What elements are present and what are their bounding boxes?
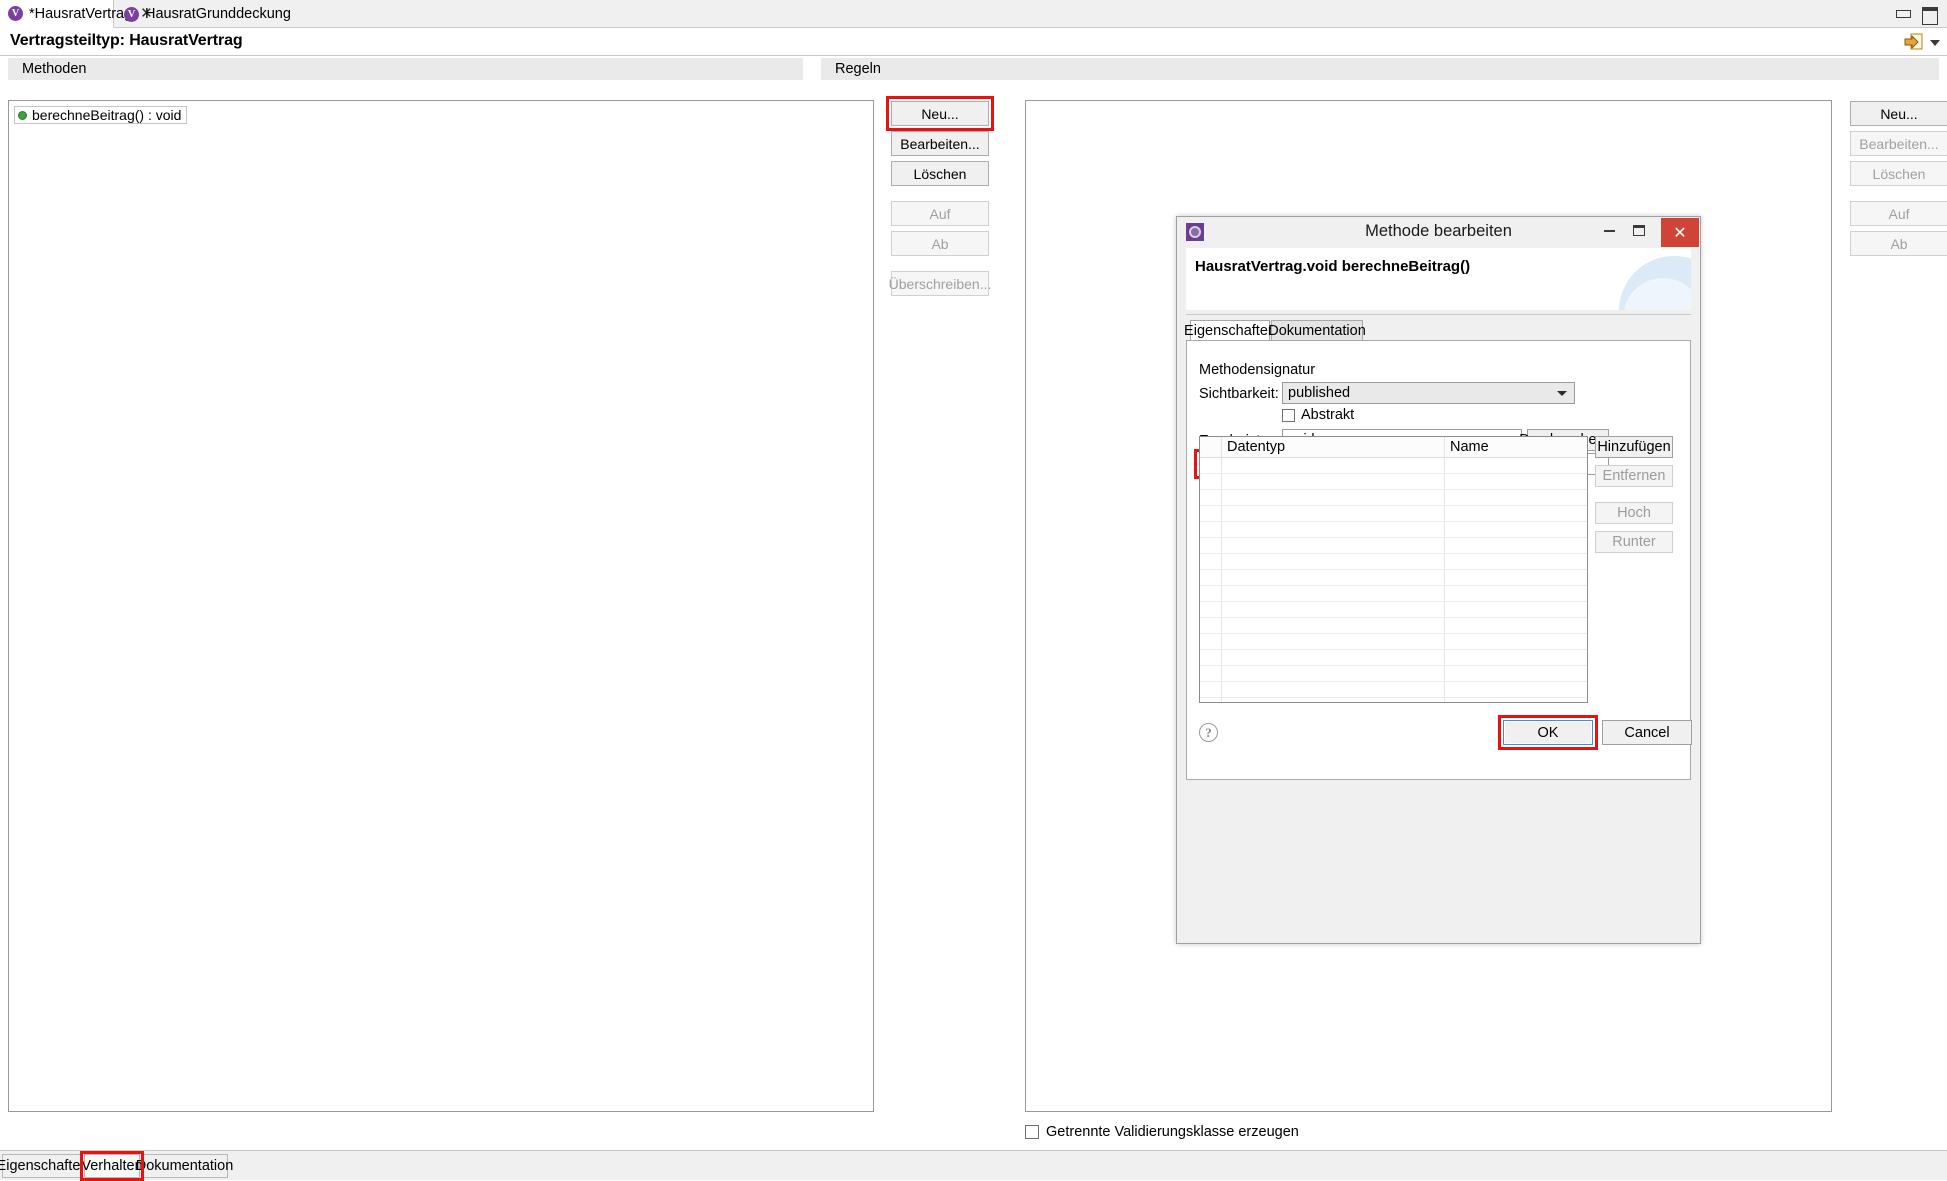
abstrakt-checkbox-row[interactable]: Abstrakt: [1282, 407, 1354, 423]
table-row[interactable]: [1200, 458, 1587, 474]
vertragsteiltyp-icon: V: [8, 6, 23, 21]
table-row[interactable]: [1200, 474, 1587, 490]
ok-button[interactable]: OK: [1503, 720, 1593, 745]
abstrakt-label: Abstrakt: [1301, 407, 1355, 423]
dialog-title-bar: Methode bearbeiten ✕: [1177, 217, 1700, 248]
dialog-tab-eigenschaften[interactable]: Eigenschaften: [1184, 320, 1276, 341]
tab-eigenschaften[interactable]: Eigenschaften: [0, 1154, 88, 1178]
list-item[interactable]: berechneBeitrag() : void: [14, 106, 188, 124]
dialog-separator: [1186, 314, 1691, 315]
tab-dokumentation[interactable]: Dokumentation: [136, 1154, 233, 1178]
section-header-methoden: Methoden: [8, 58, 803, 80]
methods-list[interactable]: berechneBeitrag() : void: [8, 100, 874, 1112]
group-label-methodensignatur: Methodensignatur: [1199, 362, 1316, 378]
methoden-neu-button[interactable]: Neu...: [891, 101, 989, 126]
vertragsteiltyp-icon: V: [124, 6, 139, 22]
checkbox-icon[interactable]: [1282, 408, 1295, 422]
validierungsklasse-checkbox-label: Getrennte Validierungsklasse erzeugen: [1046, 1124, 1299, 1140]
regeln-auf-button: Auf: [1850, 201, 1947, 226]
methoden-auf-button: Auf: [891, 201, 989, 226]
parameter-table[interactable]: Datentyp Name: [1199, 436, 1588, 703]
dialog-close-button[interactable]: ✕: [1661, 218, 1699, 247]
bottom-tab-bar: Eigenschaften Verhalten Dokumentation: [0, 1150, 1947, 1181]
checkbox-icon[interactable]: [1025, 1125, 1039, 1139]
dialog-tab-dokumentation[interactable]: Dokumentation: [1268, 320, 1366, 341]
maximize-icon[interactable]: [1921, 7, 1938, 25]
parameter-entfernen-button: Entfernen: [1595, 465, 1673, 487]
regeln-loeschen-button: Löschen: [1850, 161, 1947, 186]
table-row[interactable]: [1200, 538, 1587, 554]
regeln-neu-button[interactable]: Neu...: [1850, 101, 1947, 126]
parameter-table-header: Datentyp Name: [1200, 437, 1587, 458]
table-row[interactable]: [1200, 618, 1587, 634]
table-row[interactable]: [1200, 682, 1587, 698]
published-method-icon: [18, 110, 27, 120]
editor-tab-label: HausratGrunddeckung: [145, 6, 291, 22]
methoden-bearbeiten-button[interactable]: Bearbeiten...: [891, 131, 989, 156]
column-header-datentyp: Datentyp: [1227, 439, 1286, 455]
chevron-down-icon: [1557, 391, 1567, 396]
table-row[interactable]: [1200, 650, 1587, 666]
section-header-regeln: Regeln: [821, 58, 1939, 80]
tab-verhalten[interactable]: Verhalten: [81, 1154, 143, 1178]
regeln-ab-button: Ab: [1850, 231, 1947, 256]
table-row[interactable]: [1200, 490, 1587, 506]
methoden-ueberschreiben-button: Überschreiben...: [889, 271, 991, 296]
table-row[interactable]: [1200, 602, 1587, 618]
column-header-name: Name: [1450, 439, 1489, 455]
dialog-title: Methode bearbeiten: [1365, 222, 1512, 240]
table-row[interactable]: [1200, 554, 1587, 570]
editor-tab-bar: V *HausratVertrag ✕ V HausratGrunddeckun…: [0, 0, 1947, 28]
minimize-icon[interactable]: [1895, 7, 1911, 21]
editor-tab-hausratgrunddeckung[interactable]: V HausratGrunddeckung: [116, 0, 291, 28]
table-row[interactable]: [1200, 666, 1587, 682]
label-sichtbarkeit: Sichtbarkeit:: [1199, 386, 1279, 402]
dialog-minimize-icon[interactable]: [1604, 230, 1615, 232]
editor-tab-hausratvertrag[interactable]: V *HausratVertrag ✕: [0, 0, 153, 28]
methoden-loeschen-button[interactable]: Löschen: [891, 161, 989, 186]
export-icon[interactable]: [1903, 32, 1925, 52]
parameter-hinzufuegen-button[interactable]: Hinzufügen: [1595, 436, 1673, 458]
form-title-bar: Vertragsteiltyp: HausratVertrag: [0, 28, 1947, 56]
dialog-header-banner: HausratVertrag.void berechneBeitrag(): [1186, 248, 1691, 310]
sichtbarkeit-value: published: [1288, 385, 1351, 401]
methoden-ab-button: Ab: [891, 231, 989, 256]
table-row[interactable]: [1200, 586, 1587, 602]
dialog-header-text: HausratVertrag.void berechneBeitrag(): [1195, 258, 1471, 275]
validierungsklasse-checkbox-row[interactable]: Getrennte Validierungsklasse erzeugen: [1025, 1124, 1299, 1140]
parameter-hoch-button: Hoch: [1595, 502, 1673, 524]
table-row[interactable]: [1200, 634, 1587, 650]
list-item-label: berechneBeitrag() : void: [32, 107, 182, 123]
regeln-bearbeiten-button: Bearbeiten...: [1850, 131, 1947, 156]
sichtbarkeit-select[interactable]: published: [1282, 382, 1575, 404]
parameter-runter-button: Runter: [1595, 531, 1673, 553]
chevron-down-icon[interactable]: [1930, 40, 1940, 46]
cancel-button[interactable]: Cancel: [1602, 720, 1692, 745]
methode-bearbeiten-dialog: Methode bearbeiten ✕ HausratVertrag.void…: [1176, 216, 1701, 944]
page-title: Vertragsteiltyp: HausratVertrag: [10, 32, 243, 49]
table-row[interactable]: [1200, 506, 1587, 522]
table-row[interactable]: [1200, 522, 1587, 538]
help-icon[interactable]: ?: [1199, 723, 1218, 742]
dialog-maximize-icon[interactable]: [1633, 225, 1645, 236]
table-row[interactable]: [1200, 570, 1587, 586]
